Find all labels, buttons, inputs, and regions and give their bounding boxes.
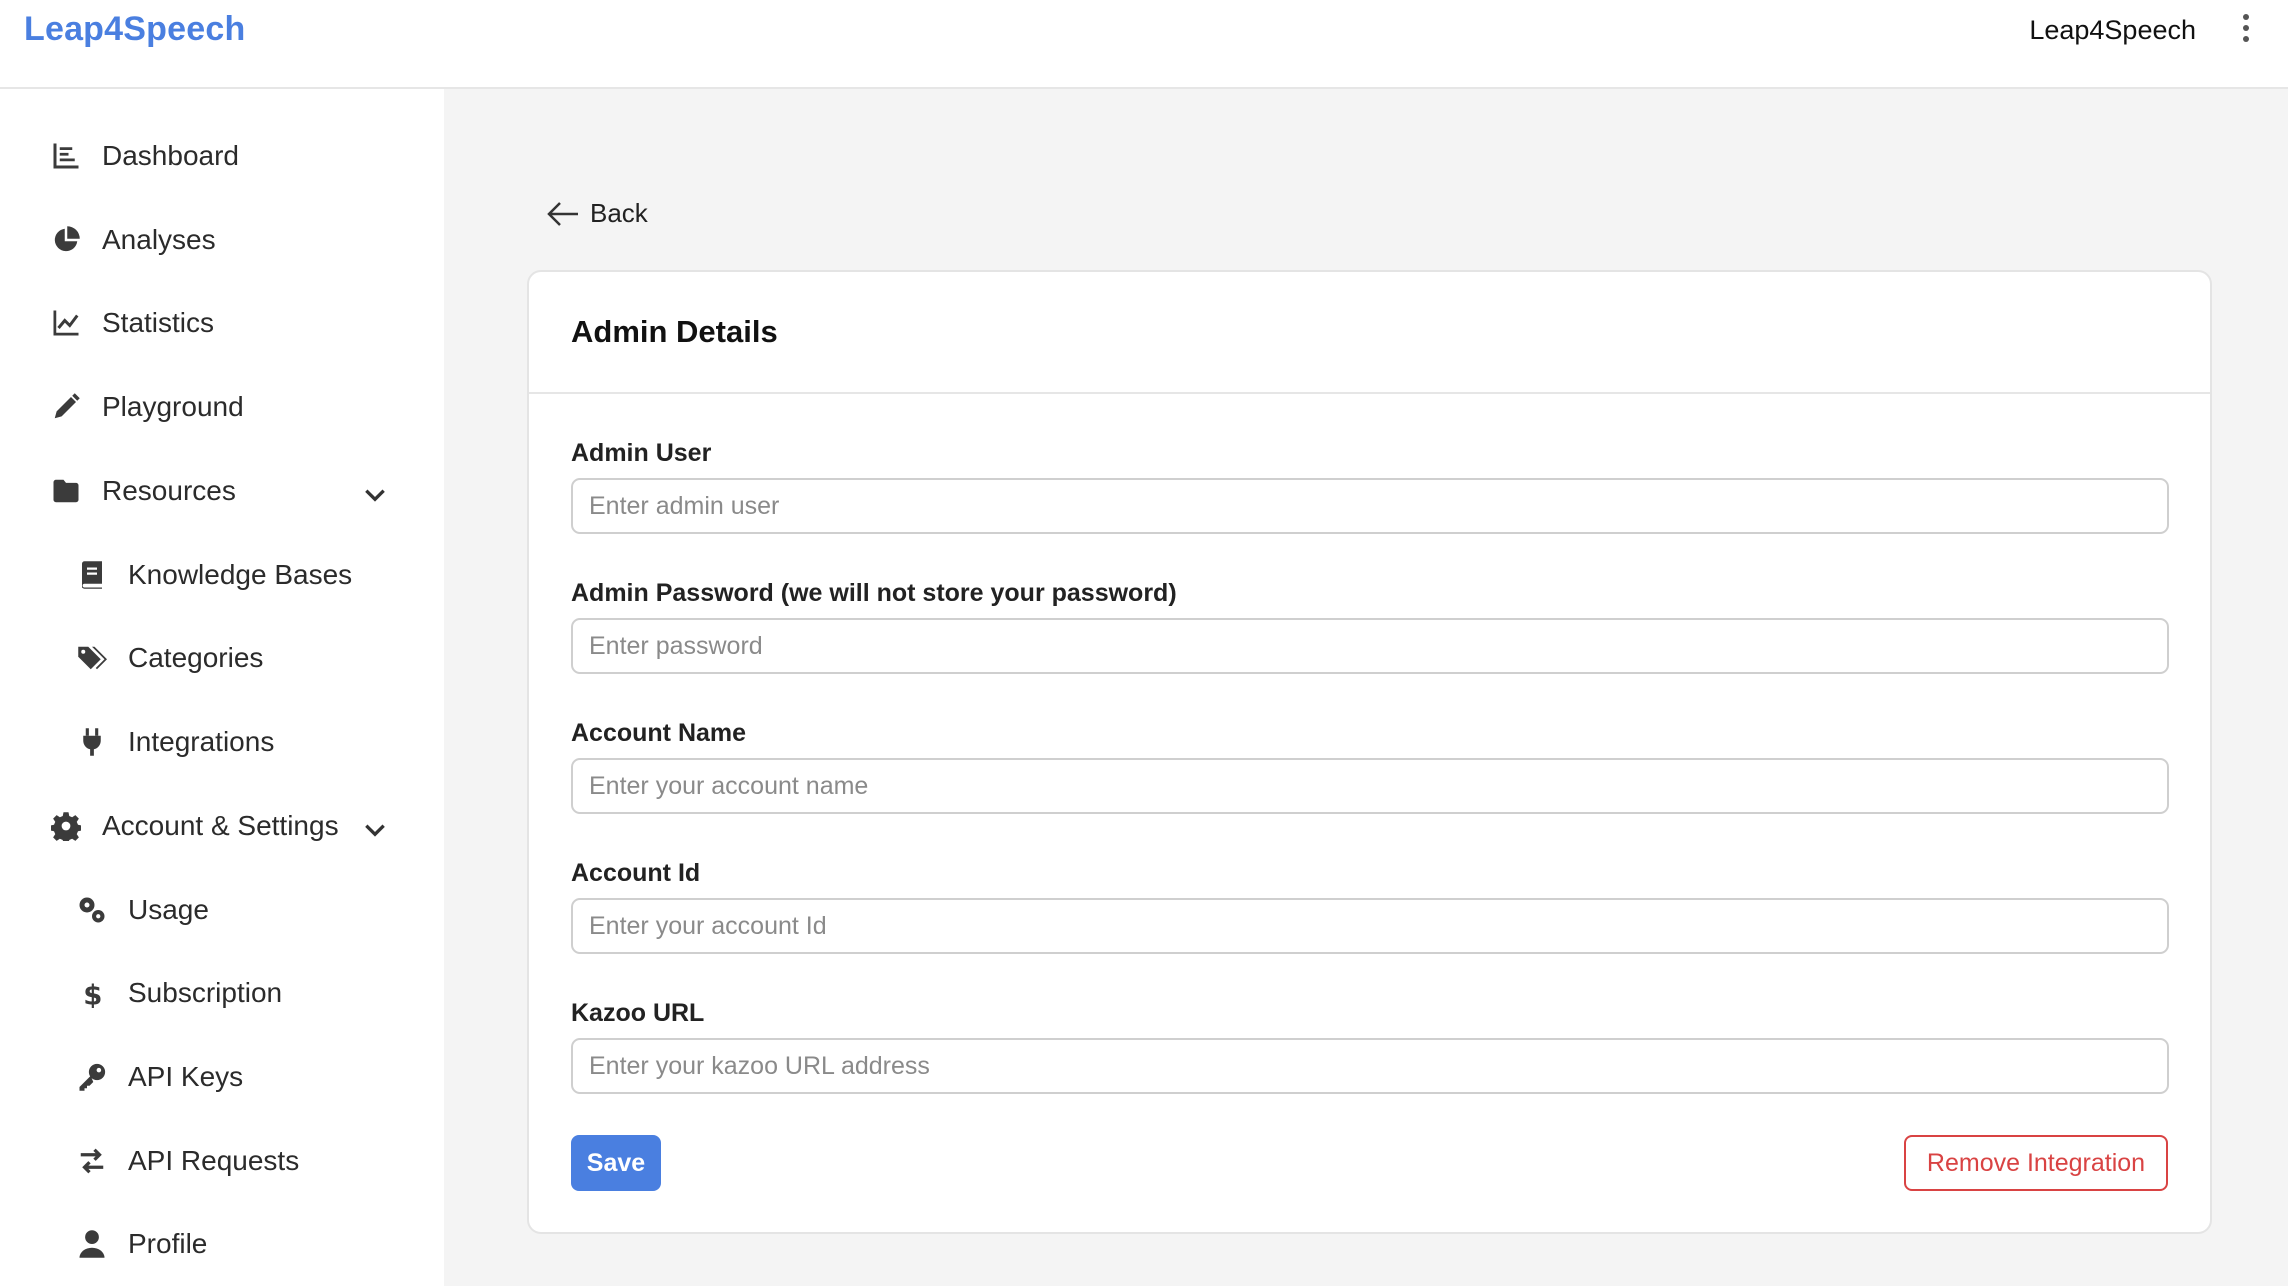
user-icon	[76, 1228, 108, 1260]
admin-password-input[interactable]	[571, 618, 2169, 674]
line-chart-icon	[50, 307, 82, 339]
sidebar-item-integrations[interactable]: Integrations	[76, 726, 274, 758]
sidebar-item-dashboard[interactable]: Dashboard	[50, 140, 239, 172]
sidebar-item-api-keys[interactable]: API Keys	[76, 1061, 243, 1093]
card-title: Admin Details	[571, 314, 778, 349]
sidebar-item-account-settings[interactable]: Account & Settings	[50, 810, 339, 842]
arrows-exchange-icon	[76, 1145, 108, 1177]
card-header: Admin Details	[529, 272, 2210, 394]
tags-icon	[76, 642, 108, 674]
kazoo-url-input[interactable]	[571, 1038, 2169, 1094]
account-id-input[interactable]	[571, 898, 2169, 954]
brand-logo[interactable]: Leap4Speech	[24, 10, 245, 49]
key-icon	[76, 1061, 108, 1093]
sidebar-item-label: Account & Settings	[102, 810, 339, 841]
sidebar-item-label: Subscription	[128, 977, 283, 1008]
pencil-icon	[50, 391, 82, 423]
sidebar-item-label: Playground	[102, 391, 244, 422]
sidebar-item-label: Categories	[128, 642, 264, 673]
sidebar-item-playground[interactable]: Playground	[50, 391, 244, 423]
sidebar-item-label: API Keys	[128, 1061, 244, 1092]
arrow-left-icon	[547, 201, 578, 226]
chart-bar-icon	[50, 140, 82, 172]
account-name-input[interactable]	[571, 758, 2169, 814]
sidebar-item-statistics[interactable]: Statistics	[50, 307, 214, 339]
sidebar-item-usage[interactable]: Usage	[76, 894, 209, 926]
sidebar-item-subscription[interactable]: $ Subscription	[76, 977, 282, 1009]
chevron-down-icon[interactable]	[362, 482, 388, 508]
sidebar-item-label: Usage	[128, 894, 209, 925]
book-icon	[76, 559, 108, 591]
admin-user-input[interactable]	[571, 478, 2169, 534]
admin-details-card: Admin Details Admin User Admin Password …	[527, 270, 2212, 1234]
account-id-label: Account Id	[571, 859, 701, 887]
sidebar-item-label: Analyses	[102, 224, 216, 255]
sidebar-item-label: Resources	[102, 475, 236, 506]
gear-icon	[50, 810, 82, 842]
chevron-down-icon[interactable]	[362, 817, 388, 843]
back-link[interactable]: Back	[546, 198, 648, 229]
back-label: Back	[590, 198, 648, 228]
sidebar-item-resources[interactable]: Resources	[50, 475, 236, 507]
svg-text:$: $	[83, 979, 102, 1008]
admin-user-label: Admin User	[571, 439, 712, 467]
sidebar-item-api-requests[interactable]: API Requests	[76, 1145, 299, 1177]
gears-icon	[76, 894, 108, 926]
save-button[interactable]: Save	[571, 1135, 661, 1191]
kazoo-url-label: Kazoo URL	[571, 999, 705, 1027]
account-name-label: Account Name	[571, 719, 747, 747]
admin-password-label: Admin Password (we will not store your p…	[571, 579, 1177, 607]
sidebar-item-label: Dashboard	[102, 140, 239, 171]
sidebar-item-label: Statistics	[102, 307, 215, 338]
dollar-icon: $	[76, 977, 108, 1009]
sidebar-item-label: Profile	[128, 1228, 208, 1259]
folder-icon	[50, 475, 82, 507]
pie-chart-icon	[50, 224, 82, 256]
sidebar-item-knowledge-bases[interactable]: Knowledge Bases	[76, 559, 352, 591]
sidebar-item-analyses[interactable]: Analyses	[50, 224, 216, 256]
sidebar-item-label: Knowledge Bases	[128, 559, 353, 590]
sidebar-item-profile[interactable]: Profile	[76, 1228, 207, 1260]
remove-integration-button[interactable]: Remove Integration	[1904, 1135, 2168, 1191]
sidebar-item-label: API Requests	[128, 1145, 300, 1176]
plug-icon	[76, 726, 108, 758]
account-name[interactable]: Leap4Speech	[2029, 15, 2196, 46]
top-bar: Leap4Speech Leap4Speech	[0, 0, 2288, 89]
kebab-menu-icon[interactable]	[2234, 10, 2258, 46]
sidebar: Dashboard Analyses Statistics Playground…	[0, 89, 444, 1286]
sidebar-item-categories[interactable]: Categories	[76, 642, 263, 674]
sidebar-item-label: Integrations	[128, 726, 275, 757]
